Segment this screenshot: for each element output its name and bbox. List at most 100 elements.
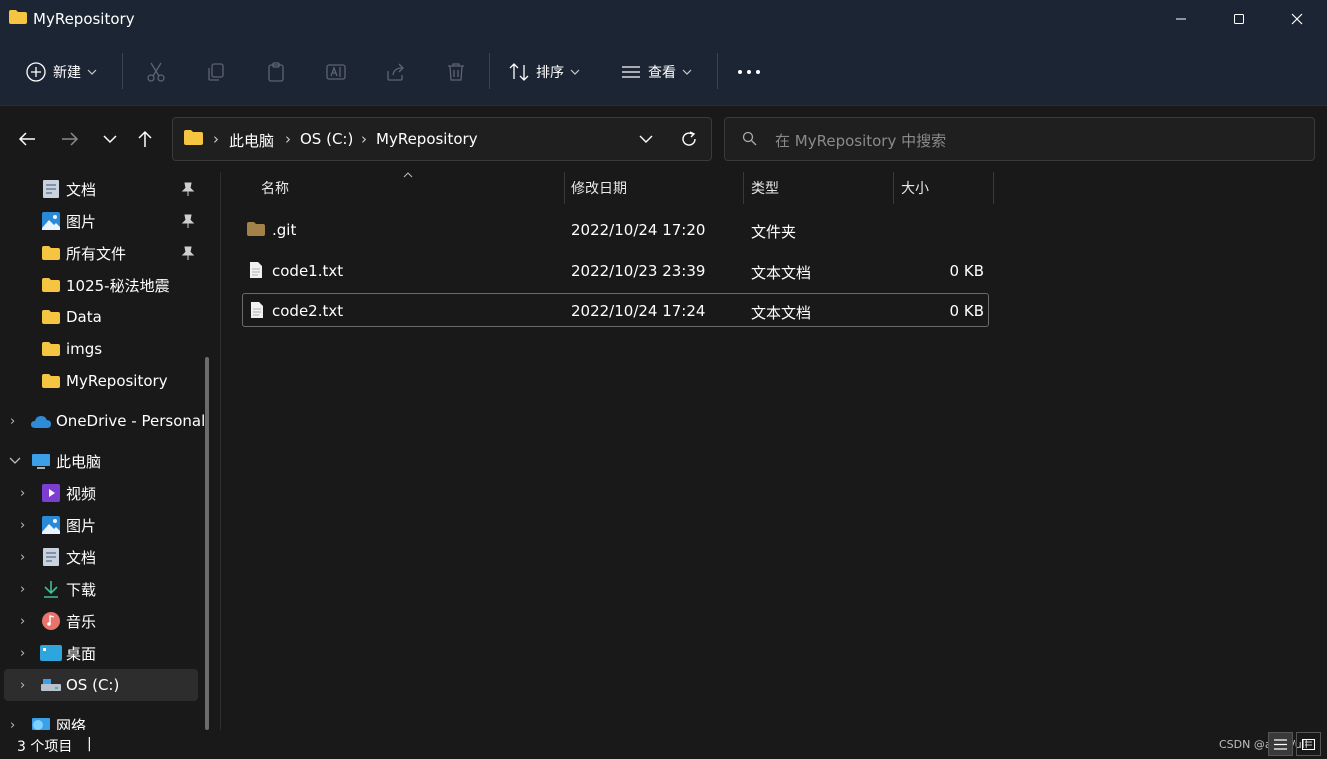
file-name: .git (272, 221, 297, 239)
cut-button[interactable] (145, 38, 167, 105)
sidebar-item-label: 图片 (66, 212, 97, 231)
folder-icon (184, 130, 203, 145)
sidebar-item-myrepository[interactable]: MyRepository (0, 365, 200, 397)
file-type: 文本文档 (751, 264, 812, 282)
documents-icon (43, 548, 59, 566)
forward-button[interactable] (55, 124, 85, 154)
column-header-type[interactable]: 类型 (751, 172, 779, 204)
sidebar-item-all-files[interactable]: 所有文件 (0, 237, 200, 269)
sidebar-item-videos[interactable]: › 视频 (0, 477, 200, 509)
breadcrumb-this-pc[interactable]: 此电脑 (229, 130, 274, 151)
breadcrumb-myrepository[interactable]: MyRepository (376, 130, 478, 148)
chevron-down-icon (682, 69, 692, 75)
column-separator[interactable] (893, 172, 894, 204)
recent-locations-button[interactable] (95, 124, 125, 154)
chevron-right-icon[interactable]: › (20, 550, 25, 565)
chevron-right-icon[interactable]: › (20, 614, 25, 629)
arrow-right-icon (62, 132, 79, 146)
copy-button[interactable] (205, 38, 227, 105)
breadcrumb-separator: › (213, 130, 219, 148)
chevron-right-icon[interactable]: › (10, 718, 15, 731)
watermark: CSDN @asBlVull (1219, 738, 1308, 751)
pin-icon[interactable] (180, 182, 194, 196)
more-options-button[interactable] (737, 38, 761, 105)
sidebar-item-1025[interactable]: 1025-秘法地震 (0, 269, 200, 301)
delete-button[interactable] (445, 38, 467, 105)
chevron-right-icon[interactable]: › (20, 518, 25, 533)
back-button[interactable] (12, 124, 42, 154)
title-bar: MyRepository (0, 0, 1327, 38)
chevron-right-icon[interactable]: › (20, 646, 25, 661)
column-separator[interactable] (564, 172, 565, 204)
maximize-icon (1234, 14, 1244, 24)
sidebar-item-os-c[interactable]: › OS (C:) (4, 669, 198, 701)
address-bar[interactable]: › 此电脑 › OS (C:) › MyRepository (172, 117, 712, 161)
breadcrumb-separator: › (285, 130, 291, 148)
column-header-size[interactable]: 大小 (901, 172, 929, 204)
file-modified: 2022/10/24 17:24 (571, 302, 706, 320)
folder-icon (42, 310, 60, 324)
music-icon (42, 612, 60, 630)
sidebar-item-label: 下载 (66, 580, 97, 599)
sidebar-item-imgs[interactable]: imgs (0, 333, 200, 365)
chevron-right-icon[interactable]: › (20, 486, 25, 501)
large-icons-view-button[interactable] (1296, 732, 1321, 756)
sidebar-item-downloads[interactable]: › 下载 (0, 573, 200, 605)
drive-icon (41, 679, 61, 691)
text-file-icon (251, 302, 263, 318)
chevron-down-icon[interactable] (9, 457, 21, 465)
sidebar-item-pictures[interactable]: 图片 (0, 205, 200, 237)
rename-button[interactable] (325, 38, 347, 105)
sidebar-item-data[interactable]: Data (0, 301, 200, 333)
sidebar-item-this-pc[interactable]: 此电脑 (0, 445, 200, 477)
close-icon (1291, 13, 1303, 25)
file-row[interactable]: code1.txt 2022/10/23 23:39 文本文档 0 KB (243, 254, 988, 287)
search-input[interactable]: 在 MyRepository 中搜索 (724, 117, 1315, 161)
sidebar-item-documents[interactable]: 文档 (0, 173, 200, 205)
maximize-button[interactable] (1210, 0, 1268, 38)
sidebar-item-network[interactable]: › 网络 (0, 709, 200, 731)
pin-icon[interactable] (180, 246, 194, 260)
file-row-selected[interactable]: code2.txt 2022/10/24 17:24 文本文档 0 KB (242, 293, 989, 327)
sidebar-scrollbar[interactable] (205, 357, 209, 730)
new-button[interactable]: 新建 (25, 38, 97, 105)
sidebar-item-music[interactable]: › 音乐 (0, 605, 200, 637)
chevron-right-icon[interactable]: › (20, 678, 25, 693)
column-separator[interactable] (993, 172, 994, 204)
sidebar-item-onedrive[interactable]: › OneDrive - Personal (0, 405, 205, 437)
sidebar-item-label: 图片 (66, 516, 97, 535)
chevron-right-icon[interactable]: › (10, 414, 15, 429)
pin-icon[interactable] (180, 214, 194, 228)
details-view-icon (1274, 738, 1287, 750)
refresh-icon[interactable] (680, 130, 698, 148)
file-size: 0 KB (949, 262, 984, 280)
sidebar-item-desktop[interactable]: › 桌面 (0, 637, 200, 669)
column-header-modified[interactable]: 修改日期 (571, 172, 627, 204)
sidebar-item-label: MyRepository (66, 372, 168, 390)
new-label: 新建 (53, 64, 81, 81)
status-divider: | (87, 736, 92, 752)
minimize-button[interactable] (1152, 0, 1210, 38)
column-header-name[interactable]: 名称 (261, 172, 289, 204)
chevron-down-icon[interactable] (639, 134, 653, 144)
breadcrumb-os-c[interactable]: OS (C:) (300, 130, 353, 148)
chevron-down-icon (103, 135, 117, 144)
up-button[interactable] (130, 124, 160, 154)
file-row[interactable]: .git 2022/10/24 17:20 文件夹 (243, 213, 988, 246)
folder-icon (42, 342, 60, 356)
sidebar-item-pc-documents[interactable]: › 文档 (0, 541, 200, 573)
file-modified: 2022/10/23 23:39 (571, 262, 706, 280)
view-button[interactable]: 查看 (620, 38, 692, 105)
text-file-icon (250, 262, 262, 278)
folder-icon (42, 278, 60, 292)
details-view-button[interactable] (1268, 732, 1293, 756)
paste-button[interactable] (265, 38, 287, 105)
column-separator[interactable] (743, 172, 744, 204)
close-button[interactable] (1268, 0, 1326, 38)
sidebar-item-pc-pictures[interactable]: › 图片 (0, 509, 200, 541)
sort-button[interactable]: 排序 (508, 38, 580, 105)
chevron-right-icon[interactable]: › (20, 582, 25, 597)
search-placeholder: 在 MyRepository 中搜索 (775, 132, 947, 150)
share-button[interactable] (385, 38, 407, 105)
sidebar-item-label: 1025-秘法地震 (66, 276, 170, 295)
